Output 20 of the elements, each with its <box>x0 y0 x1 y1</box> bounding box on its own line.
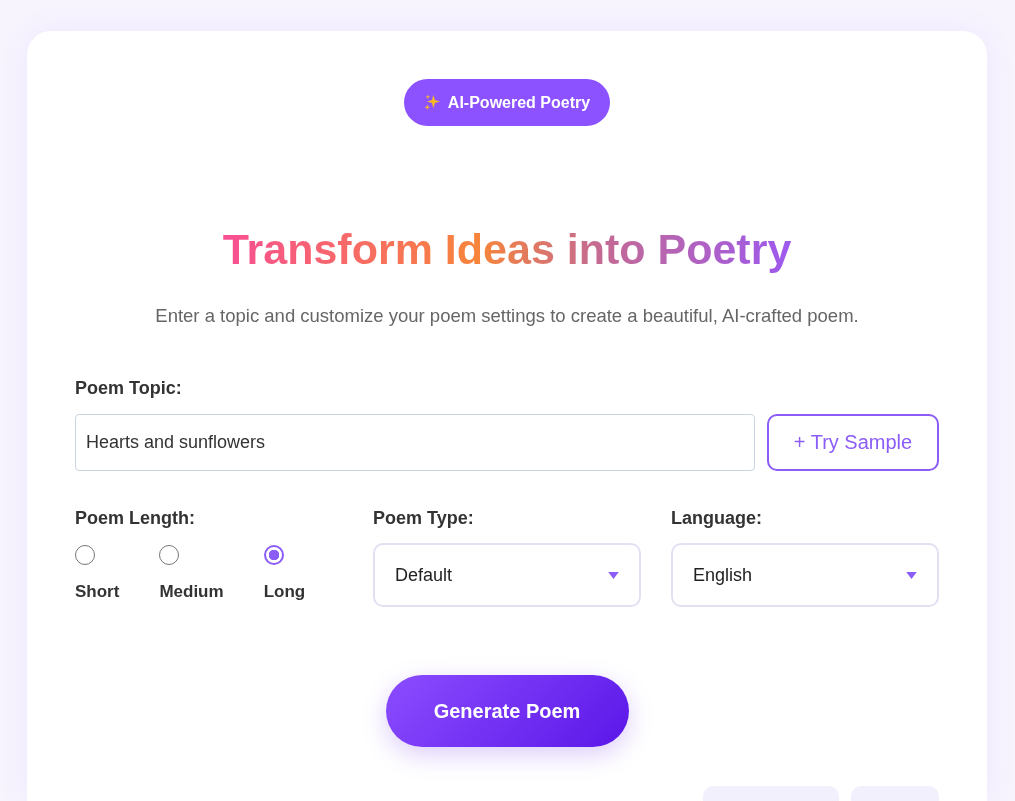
try-sample-button[interactable]: + Try Sample <box>767 414 939 471</box>
length-option-label[interactable]: Long <box>263 581 306 603</box>
length-option-label[interactable]: Short <box>75 581 120 603</box>
language-label: Language: <box>671 507 763 530</box>
topic-label: Poem Topic: <box>75 377 183 400</box>
caret-icon <box>608 571 619 579</box>
page-subtitle: Enter a topic and customize your poem settings to create a beautiful, AI-crafted poem. <box>154 304 860 328</box>
topic-input[interactable]: Hearts and sunflowers <box>75 414 755 471</box>
length-label: Poem Length: <box>75 507 196 530</box>
radio-button[interactable] <box>75 545 95 565</box>
poem-type-label: Poem Type: <box>373 507 475 530</box>
length-option-label[interactable]: Medium <box>159 581 224 603</box>
radio-button[interactable] <box>159 545 180 565</box>
language-select[interactable]: English <box>671 543 939 607</box>
caret-icon <box>906 571 917 579</box>
sparkle-icon <box>423 94 441 111</box>
badge-label: AI-Powered Poetry <box>447 93 591 112</box>
generate-poem-button[interactable]: Generate Poem <box>385 675 629 747</box>
radio-button[interactable] <box>263 545 284 565</box>
poem-type-select[interactable]: Default <box>373 543 641 607</box>
